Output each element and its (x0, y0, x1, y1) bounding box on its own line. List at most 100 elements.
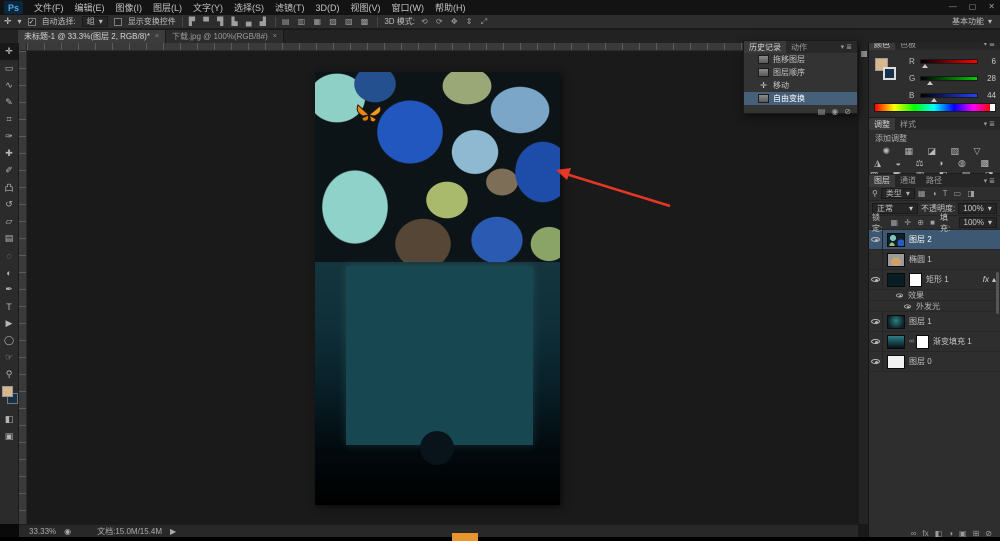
layer-name[interactable]: 图层 2 (909, 234, 932, 245)
eye-icon[interactable] (896, 293, 903, 297)
history-brush-tool[interactable]: ↺ (0, 196, 19, 213)
layer-name[interactable]: 椭圆 1 (909, 254, 932, 265)
hand-tool[interactable]: ☞ (0, 349, 19, 366)
layer-mask-thumbnail[interactable] (916, 335, 929, 349)
clone-stamp-tool[interactable]: 凸 (0, 179, 19, 196)
screen-mode-button[interactable]: ▣ (0, 428, 19, 445)
menu-select[interactable]: 选择(S) (234, 1, 264, 14)
visibility-toggle[interactable] (869, 332, 883, 352)
layer-row-rectangle1[interactable]: 矩形 1 fx ▴ (869, 270, 1000, 290)
layer-thumbnail[interactable] (887, 355, 905, 369)
new-snapshot-icon[interactable]: ◉ (831, 107, 838, 116)
menu-edit[interactable]: 编辑(E) (75, 1, 105, 14)
layer-filter-icons[interactable]: ▦ ◑ T ▭ ◨ (918, 189, 977, 198)
visibility-toggle[interactable] (869, 312, 883, 332)
healing-brush-tool[interactable]: ✚ (0, 145, 19, 162)
eyedropper-tool[interactable]: ✑ (0, 128, 19, 145)
panel-menu-icon[interactable]: ▾≣ (984, 177, 1000, 185)
tab-close-icon[interactable]: × (273, 33, 277, 40)
workspace-switcher[interactable]: 基本功能 ▾ (952, 16, 992, 27)
ruler-horizontal[interactable] (27, 43, 858, 51)
menu-image[interactable]: 图像(I) (116, 1, 143, 14)
document-tab-untitled[interactable]: 未标题-1 @ 33.3%(图层 2, RGB/8)* × (18, 30, 166, 43)
tab-actions[interactable]: 动作 (786, 41, 812, 53)
quick-selection-tool[interactable]: ✎ (0, 94, 19, 111)
slider-thumb[interactable] (931, 98, 937, 102)
layer-row-layer2[interactable]: 图层 2 (869, 230, 1000, 250)
effects-row[interactable]: 效果 (869, 290, 1000, 301)
layer-mask-thumbnail[interactable] (909, 273, 922, 287)
blue-slider[interactable] (920, 93, 978, 98)
minimize-button[interactable]: — (949, 2, 957, 11)
layer-thumbnail[interactable] (887, 335, 905, 349)
panel-menu-icon[interactable]: ▾≣ (984, 120, 1000, 128)
tab-adjustments[interactable]: 调整 (869, 118, 895, 130)
menu-view[interactable]: 视图(V) (351, 1, 381, 14)
shape-tool[interactable]: ◯ (0, 332, 19, 349)
tab-history[interactable]: 历史记录 (744, 41, 786, 53)
auto-select-checkbox[interactable]: ✓ (28, 18, 36, 26)
history-state-row[interactable]: ✛ 移动 (744, 79, 857, 92)
menu-file[interactable]: 文件(F) (34, 1, 64, 14)
tool-preset-chevron-icon[interactable]: ▾ (18, 17, 22, 26)
history-state-row-selected[interactable]: 自由变换 (744, 92, 857, 105)
close-button[interactable]: ✕ (988, 2, 995, 11)
align-icons[interactable]: ▛ ▀ ▜ ▙ ▄ ▟ (189, 17, 269, 26)
menu-layer[interactable]: 图层(L) (153, 1, 182, 14)
document-tab-download[interactable]: 下载.jpg @ 100%(RGB/8#) × (166, 30, 284, 43)
type-tool[interactable]: T (0, 298, 19, 315)
red-slider[interactable] (920, 59, 978, 64)
adjustment-icons-row-1[interactable]: ✺ ▦ ◪ ▧ ▽ (869, 145, 1000, 157)
layer-row-layer1[interactable]: 图层 1 (869, 312, 1000, 332)
tab-close-icon[interactable]: × (155, 33, 159, 40)
eraser-tool[interactable]: ▱ (0, 213, 19, 230)
layer-row-layer0[interactable]: 图层 0 (869, 352, 1000, 372)
lock-icons[interactable]: ▦ ✛ ⊕ ■ (891, 218, 937, 227)
visibility-toggle[interactable] (869, 250, 883, 270)
zoom-level-field[interactable]: 33.33% (29, 527, 56, 536)
marquee-tool[interactable]: ▭ (0, 60, 19, 77)
filter-type-dropdown[interactable]: 类型 ▾ (881, 188, 915, 199)
tab-paths[interactable]: 路径 (921, 175, 947, 187)
menu-window[interactable]: 窗口(W) (392, 1, 425, 14)
layer-name[interactable]: 图层 1 (909, 316, 932, 327)
menu-3d[interactable]: 3D(D) (316, 3, 340, 13)
pen-tool[interactable]: ✒ (0, 281, 19, 298)
tab-styles[interactable]: 样式 (895, 118, 921, 130)
status-menu-arrow-icon[interactable]: ▶ (170, 527, 176, 536)
history-state-row[interactable]: 图层顺序 (744, 66, 857, 79)
layer-name[interactable]: 图层 0 (909, 356, 932, 367)
restore-button[interactable]: ▢ (969, 2, 977, 11)
layers-scrollbar[interactable] (996, 272, 999, 314)
layer-thumbnail[interactable] (887, 233, 905, 247)
foreground-color-swatch[interactable] (2, 386, 13, 397)
delete-state-icon[interactable]: ⊘ (844, 107, 851, 116)
layer-name[interactable]: 矩形 1 (926, 274, 949, 285)
background-color-swatch[interactable] (883, 67, 896, 80)
menu-filter[interactable]: 滤镜(T) (275, 1, 305, 14)
zoom-tool[interactable]: ⚲ (0, 366, 19, 383)
visibility-toggle[interactable] (869, 230, 883, 250)
panel-icon[interactable] (861, 51, 867, 57)
layer-row-gradientfill1[interactable]: ∞ 渐变填充 1 (869, 332, 1000, 352)
green-slider[interactable] (920, 76, 978, 81)
layer-name[interactable]: 渐变填充 1 (933, 336, 972, 347)
stones-photo-layer[interactable] (315, 72, 560, 262)
document-canvas[interactable] (315, 72, 560, 505)
opacity-dropdown[interactable]: 100% ▾ (958, 203, 996, 214)
foreground-background-swatches[interactable] (0, 385, 19, 409)
eye-icon[interactable] (904, 304, 911, 308)
layer-thumbnail[interactable] (887, 273, 905, 287)
slider-thumb[interactable] (922, 64, 928, 68)
rectangle-shape-layer[interactable] (346, 266, 533, 445)
brush-tool[interactable]: ✐ (0, 162, 19, 179)
show-transform-checkbox[interactable] (114, 18, 122, 26)
visibility-toggle[interactable] (869, 270, 883, 290)
path-selection-tool[interactable]: ▶ (0, 315, 19, 332)
layer-thumbnail[interactable] (887, 315, 905, 329)
lasso-tool[interactable]: ∿ (0, 77, 19, 94)
tab-channels[interactable]: 通道 (895, 175, 921, 187)
layer-row-ellipse1[interactable]: 椭圆 1 (869, 250, 1000, 270)
panel-menu-icon[interactable]: ▾≣ (841, 43, 857, 51)
fx-badge[interactable]: fx (983, 275, 989, 284)
